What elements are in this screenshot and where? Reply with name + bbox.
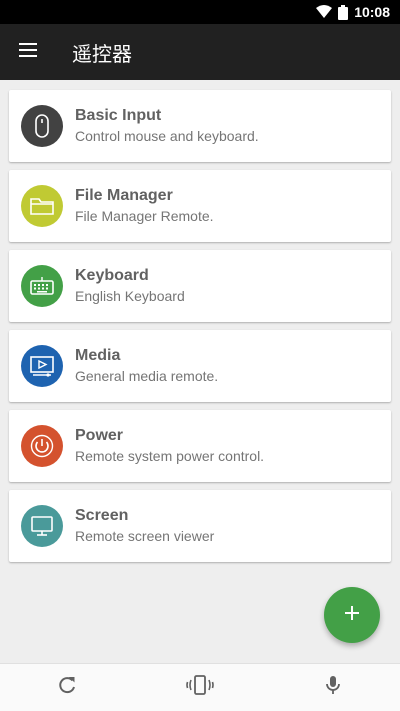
power-icon <box>21 425 63 467</box>
remote-title: Media <box>75 347 121 364</box>
plus-icon <box>344 605 360 626</box>
folder-icon <box>21 185 63 227</box>
refresh-icon <box>57 675 77 700</box>
media-icon <box>21 345 63 387</box>
monitor-icon <box>21 505 63 547</box>
app-title: 遥控器 <box>72 41 132 66</box>
microphone-button[interactable] <box>309 664 357 711</box>
menu-button[interactable] <box>0 24 56 80</box>
remote-item-screen[interactable]: Screen Remote screen viewer <box>9 490 391 562</box>
remote-subtitle: English Keyboard <box>75 288 185 304</box>
remote-title: Power <box>75 427 124 444</box>
remote-subtitle: General media remote. <box>75 368 219 384</box>
remote-title: Keyboard <box>75 267 149 284</box>
remote-title: Screen <box>75 507 129 524</box>
vibrate-icon <box>185 675 215 700</box>
remote-subtitle: Remote system power control. <box>75 448 265 464</box>
status-time: 10:08 <box>354 4 390 20</box>
app-bar: 遥控器 <box>0 24 400 80</box>
remote-item-keyboard[interactable]: Keyboard English Keyboard <box>9 250 391 322</box>
keyboard-icon <box>21 265 63 307</box>
vibrate-button[interactable] <box>176 664 224 711</box>
battery-icon <box>338 4 349 20</box>
microphone-icon <box>325 675 341 700</box>
remote-title: Basic Input <box>75 107 162 124</box>
remote-item-media[interactable]: Media General media remote. <box>9 330 391 402</box>
menu-icon <box>18 42 38 62</box>
remote-subtitle: Control mouse and keyboard. <box>75 128 259 144</box>
remote-title: File Manager <box>75 187 173 204</box>
remote-list: Basic Input Control mouse and keyboard. … <box>9 90 391 570</box>
mouse-icon <box>21 105 63 147</box>
refresh-button[interactable] <box>43 664 91 711</box>
bottom-bar <box>0 663 400 711</box>
add-remote-button[interactable] <box>324 587 380 643</box>
remote-item-file-manager[interactable]: File Manager File Manager Remote. <box>9 170 391 242</box>
remote-item-power[interactable]: Power Remote system power control. <box>9 410 391 482</box>
remote-subtitle: File Manager Remote. <box>75 208 214 224</box>
status-bar: 10:08 <box>0 0 400 24</box>
wifi-icon <box>316 5 333 19</box>
remote-item-basic-input[interactable]: Basic Input Control mouse and keyboard. <box>9 90 391 162</box>
remote-subtitle: Remote screen viewer <box>75 528 215 544</box>
